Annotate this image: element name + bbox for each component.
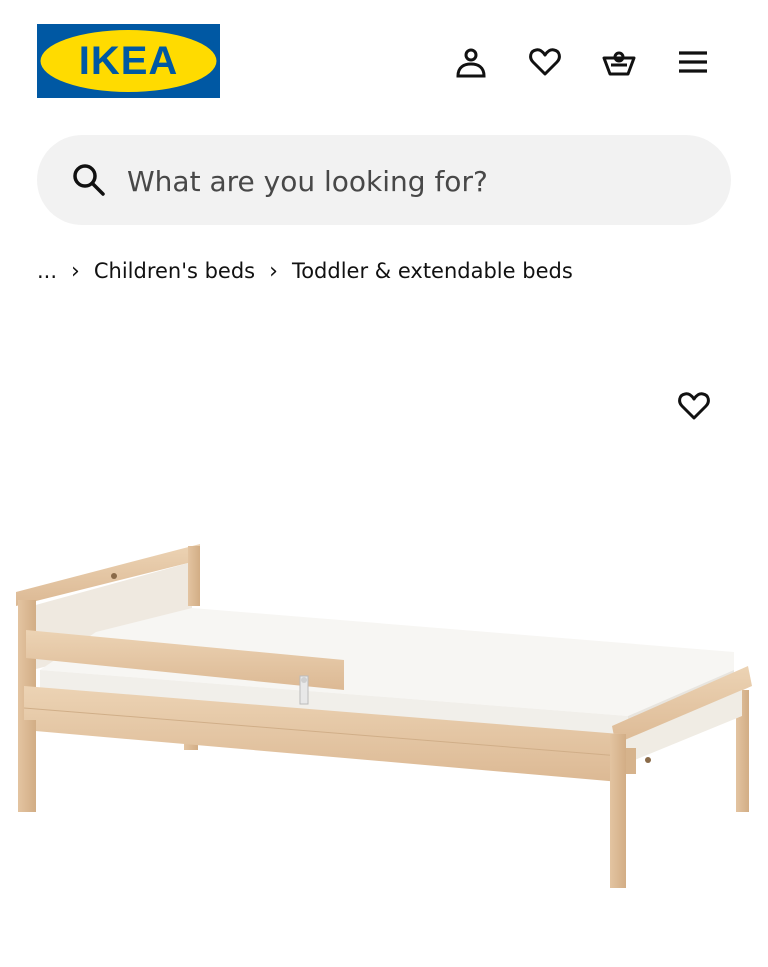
breadcrumb-toddler-extendable-beds[interactable]: Toddler & extendable beds xyxy=(292,259,573,283)
heart-icon xyxy=(678,392,710,420)
bed-illustration xyxy=(16,544,752,888)
search-icon xyxy=(73,164,105,196)
breadcrumb-childrens-beds[interactable]: Children's beds xyxy=(94,259,255,283)
search-bar[interactable] xyxy=(37,135,731,225)
breadcrumb-separator: › xyxy=(71,258,80,284)
hamburger-menu-icon xyxy=(679,51,707,73)
search-input[interactable] xyxy=(125,157,709,205)
person-icon xyxy=(456,48,486,78)
ikea-logo[interactable]: IKEA ® xyxy=(37,24,220,98)
breadcrumb-ellipsis[interactable]: ... xyxy=(37,259,57,283)
product-image[interactable] xyxy=(0,520,768,967)
wishlist-button[interactable] xyxy=(523,40,567,84)
profile-button[interactable] xyxy=(449,40,493,84)
breadcrumb-separator: › xyxy=(269,258,278,284)
cart-button[interactable] xyxy=(597,40,641,84)
menu-button[interactable] xyxy=(671,40,715,84)
svg-text:®: ® xyxy=(209,40,215,48)
heart-icon xyxy=(529,48,561,76)
breadcrumb: ... › Children's beds › Toddler & extend… xyxy=(37,256,573,286)
header: IKEA ® xyxy=(0,0,768,120)
product-favourite-button[interactable] xyxy=(672,384,716,428)
basket-icon xyxy=(602,51,636,76)
logo-text: IKEA xyxy=(79,39,179,83)
